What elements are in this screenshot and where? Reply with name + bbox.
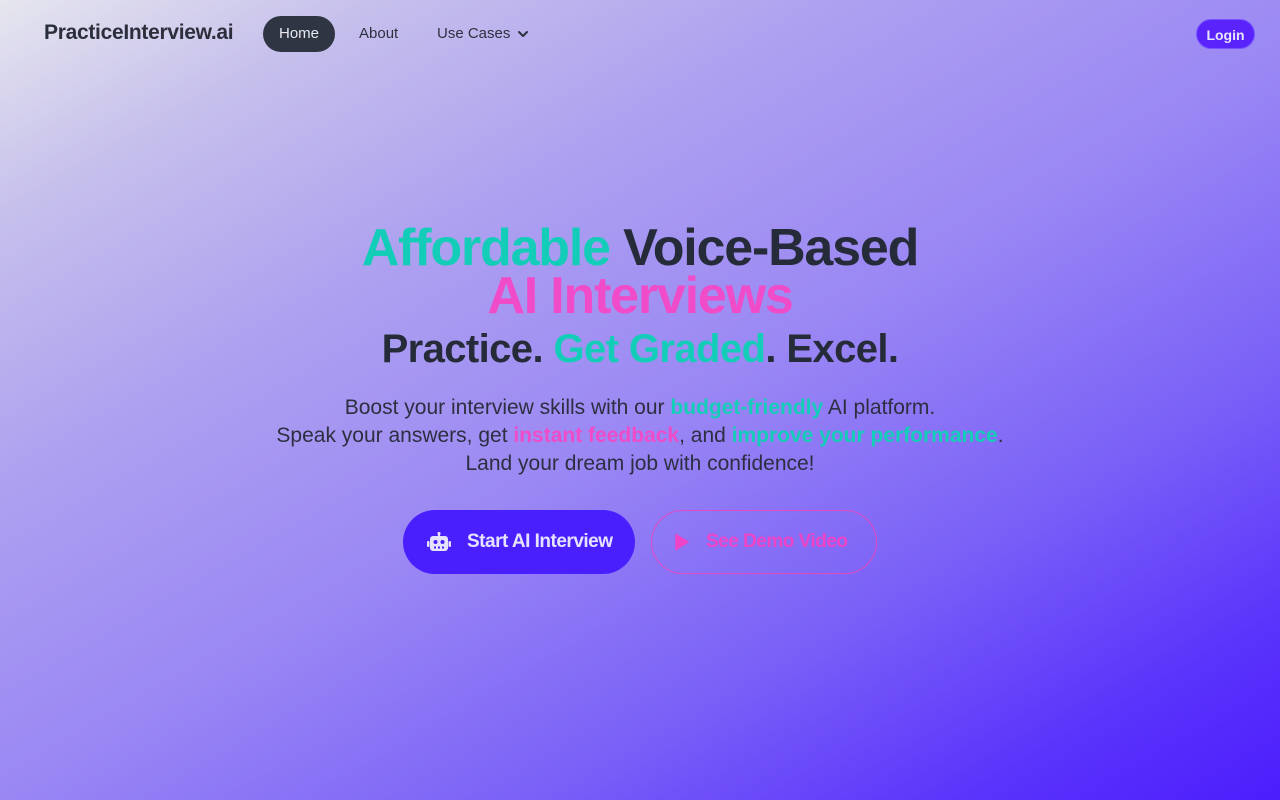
hero-subtitle-line1: Boost your interview skills with our bud…: [0, 394, 1280, 422]
nav-home[interactable]: Home: [263, 16, 335, 52]
tagline-highlight: Get Graded: [553, 327, 766, 371]
robot-icon: [427, 532, 451, 551]
brand-logo[interactable]: PracticeInterview.ai: [44, 21, 234, 45]
top-nav: PracticeInterview.ai Home About Use Case…: [0, 0, 1280, 68]
demo-button-label: See Demo Video: [706, 531, 848, 552]
nav-about[interactable]: About: [343, 16, 414, 52]
sub2-highlight1: instant feedback: [513, 424, 680, 447]
sub1-post: AI platform.: [823, 396, 936, 419]
sub2-mid: , and: [679, 424, 732, 447]
hero-tagline: Practice. Get Graded. Excel.: [0, 327, 1280, 371]
see-demo-video-button[interactable]: See Demo Video: [651, 510, 877, 574]
sub1-pre: Boost your interview skills with our: [344, 396, 671, 419]
sub2-post: .: [997, 424, 1004, 447]
nav-use-cases-label: Use Cases: [437, 25, 511, 42]
play-icon: [675, 533, 689, 551]
start-ai-interview-button[interactable]: Start AI Interview: [403, 510, 635, 574]
start-button-label: Start AI Interview: [467, 531, 613, 552]
hero-subtitle-line3: Land your dream job with confidence!: [465, 452, 815, 475]
chevron-down-icon: [518, 31, 529, 37]
hero-subtitle-line2: Speak your answers, get instant feedback…: [0, 422, 1280, 450]
sub2-highlight2: improve your performance: [731, 424, 998, 447]
nav-use-cases[interactable]: Use Cases: [421, 16, 546, 52]
login-button[interactable]: Login: [1196, 19, 1255, 49]
hero-title-line2: AI Interviews: [487, 267, 793, 325]
sub2-pre: Speak your answers, get: [276, 424, 514, 447]
sub1-highlight: budget-friendly: [670, 396, 824, 419]
tagline-part2: . Excel.: [765, 327, 899, 371]
tagline-part1: Practice.: [381, 327, 554, 371]
